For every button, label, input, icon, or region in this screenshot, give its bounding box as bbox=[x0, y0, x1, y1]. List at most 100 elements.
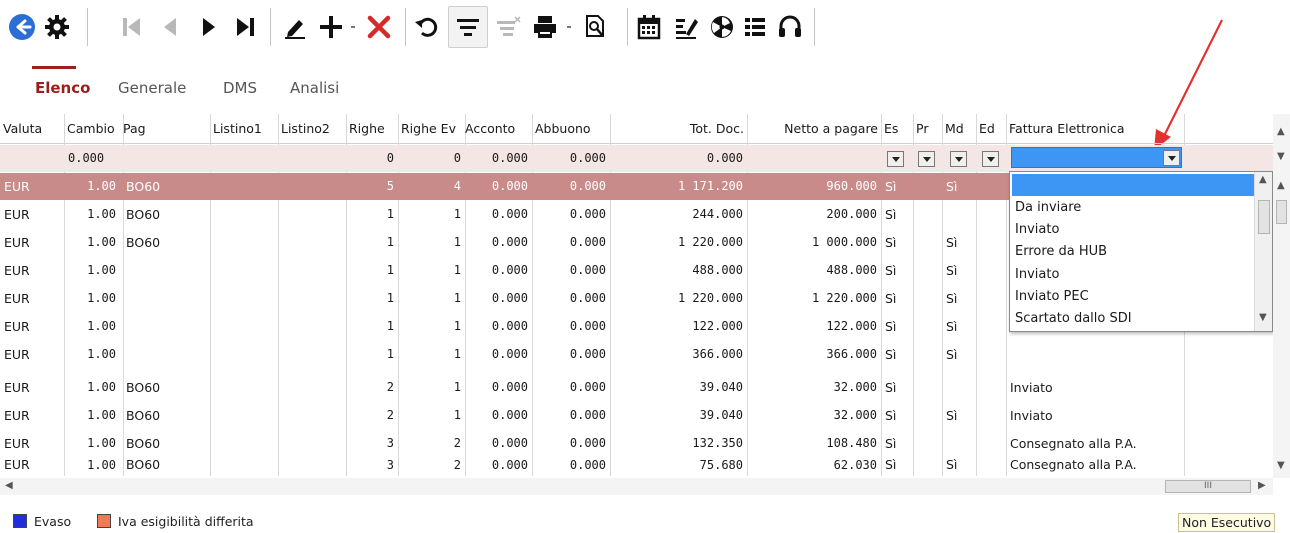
cell-valuta: EUR bbox=[4, 436, 30, 451]
table-row[interactable]: EUR 1.00 BO60 2 1 0.000 0.000 39.040 32.… bbox=[0, 374, 1273, 401]
scroll-up-icon[interactable]: ▲ bbox=[1277, 180, 1285, 191]
tab-generale[interactable]: Generale bbox=[118, 79, 186, 97]
edit-button[interactable] bbox=[280, 11, 310, 43]
tab-dms[interactable]: DMS bbox=[223, 79, 257, 97]
filter-ed-dropdown[interactable] bbox=[982, 151, 999, 167]
column-header-pr[interactable]: Pr bbox=[913, 114, 942, 144]
filter-icon bbox=[457, 19, 479, 36]
option-scartato-dallo-sdi[interactable]: Scartato dallo SDI bbox=[1015, 311, 1132, 326]
column-header-md[interactable]: Md bbox=[942, 114, 976, 144]
options-scroll-thumb[interactable] bbox=[1258, 200, 1270, 234]
scroll-down-icon[interactable]: ▼ bbox=[1259, 312, 1267, 323]
scroll-up-icon[interactable]: ▲ bbox=[1259, 174, 1267, 185]
cell-cambio: 1.00 bbox=[87, 408, 116, 422]
option-empty-selected[interactable] bbox=[1012, 174, 1254, 196]
grid-vertical-scrollbar[interactable]: ▲ ▼ ▲ ▼ bbox=[1273, 114, 1290, 478]
fan-button[interactable] bbox=[707, 11, 737, 43]
cell-righe-ev: 1 bbox=[453, 207, 461, 221]
cell-acconto: 0.000 bbox=[491, 179, 528, 193]
scroll-up-icon[interactable]: ▲ bbox=[1277, 126, 1285, 137]
scroll-down-icon[interactable]: ▼ bbox=[1277, 460, 1285, 471]
scroll-left-icon[interactable]: ◀ bbox=[5, 480, 13, 491]
cell-netto: 62.030 bbox=[833, 458, 877, 472]
cell-righe: 2 bbox=[386, 408, 394, 422]
filter-pr-dropdown[interactable] bbox=[918, 151, 935, 167]
previous-record-icon bbox=[164, 18, 176, 36]
table-row[interactable]: EUR 1.00 1 1 0.000 0.000 366.000 366.000… bbox=[0, 341, 1273, 368]
filter-md-dropdown[interactable] bbox=[950, 151, 967, 167]
cell-abbuono: 0.000 bbox=[569, 319, 606, 333]
scroll-right-icon[interactable]: ▶ bbox=[1258, 480, 1266, 491]
list-button[interactable] bbox=[740, 11, 770, 43]
legend-evaso-swatch bbox=[13, 514, 27, 528]
option-inviato[interactable]: Inviato bbox=[1015, 267, 1059, 282]
column-header-valuta[interactable]: Valuta bbox=[0, 114, 64, 144]
column-header-fattura-elettronica[interactable]: Fattura Elettronica bbox=[1006, 114, 1184, 144]
column-header-righe[interactable]: Righe bbox=[346, 114, 398, 144]
column-header-listino1[interactable]: Listino1 bbox=[210, 114, 278, 144]
table-row[interactable]: EUR 1.00 BO60 3 2 0.000 0.000 75.680 62.… bbox=[0, 454, 1273, 476]
filter-righe-ev[interactable]: 0 bbox=[398, 145, 465, 172]
cell-netto: 1 000.000 bbox=[811, 235, 877, 249]
calendar-button[interactable] bbox=[634, 11, 664, 43]
print-button[interactable] bbox=[530, 11, 560, 43]
support-button[interactable] bbox=[775, 11, 805, 43]
tab-analisi[interactable]: Analisi bbox=[290, 79, 339, 97]
cell-valuta: EUR bbox=[4, 457, 30, 472]
edit-document-button[interactable] bbox=[672, 11, 702, 43]
cell-netto: 960.000 bbox=[826, 179, 877, 193]
filter-acconto[interactable]: 0.000 bbox=[465, 145, 532, 172]
add-options-button[interactable] bbox=[348, 11, 358, 43]
horizontal-scroll-thumb[interactable]: III bbox=[1165, 480, 1251, 493]
print-preview-button[interactable] bbox=[580, 11, 610, 43]
fattura-elettronica-options-list[interactable]: Da inviare Inviato Errore da HUB Inviato… bbox=[1009, 171, 1273, 332]
table-row[interactable]: EUR 1.00 BO60 2 1 0.000 0.000 39.040 32.… bbox=[0, 402, 1273, 429]
cell-md: Sì bbox=[946, 263, 958, 278]
filter-abbuono[interactable]: 0.000 bbox=[532, 145, 610, 172]
cell-pag: BO60 bbox=[126, 235, 161, 250]
filter-button[interactable] bbox=[453, 11, 483, 43]
table-row[interactable]: EUR 1.00 BO60 3 2 0.000 0.000 132.350 10… bbox=[0, 430, 1273, 457]
filter-es-dropdown[interactable] bbox=[887, 151, 904, 167]
tab-elenco[interactable]: Elenco bbox=[35, 79, 90, 97]
column-header-acconto[interactable]: Acconto bbox=[462, 114, 532, 144]
column-header-abbuono[interactable]: Abbuono bbox=[532, 114, 610, 144]
refresh-button[interactable] bbox=[412, 11, 442, 43]
scroll-down-icon[interactable]: ▼ bbox=[1277, 151, 1285, 162]
column-header-righe-ev[interactable]: Righe Ev bbox=[398, 114, 465, 144]
column-header-listino2[interactable]: Listino2 bbox=[278, 114, 346, 144]
fe-select-dropdown-button[interactable] bbox=[1163, 150, 1180, 166]
delete-button[interactable] bbox=[364, 11, 394, 43]
option-errore-da-hub[interactable]: Errore da HUB bbox=[1015, 244, 1107, 259]
previous-record-button[interactable] bbox=[155, 11, 185, 43]
cell-es: Sì bbox=[885, 457, 897, 472]
column-header-netto[interactable]: Netto a pagare bbox=[747, 114, 881, 144]
last-record-button[interactable] bbox=[230, 11, 260, 43]
column-header-cambio[interactable]: Cambio bbox=[64, 114, 124, 144]
column-header-tot-doc[interactable]: Tot. Doc. bbox=[610, 114, 747, 144]
preview-search-icon bbox=[586, 15, 604, 37]
option-inviato-pec[interactable]: Inviato PEC bbox=[1015, 289, 1089, 304]
options-scrollbar[interactable]: ▲ ▼ bbox=[1254, 172, 1272, 331]
column-header-ed[interactable]: Ed bbox=[976, 114, 1006, 144]
option-da-inviare[interactable]: Da inviare bbox=[1015, 200, 1081, 215]
settings-button[interactable] bbox=[42, 11, 72, 43]
grid-horizontal-scrollbar[interactable]: ◀ III ▶ bbox=[0, 478, 1273, 495]
filter-cambio[interactable]: 0.000 bbox=[64, 145, 120, 172]
first-record-button[interactable] bbox=[117, 11, 147, 43]
filter-tot-doc[interactable]: 0.000 bbox=[610, 145, 747, 172]
print-options-button[interactable] bbox=[564, 11, 574, 43]
filter-righe[interactable]: 0 bbox=[346, 145, 398, 172]
option-inviato[interactable]: Inviato bbox=[1015, 222, 1059, 237]
column-header-pag[interactable]: Pag bbox=[120, 114, 210, 144]
back-button[interactable] bbox=[7, 11, 37, 43]
cell-cambio: 1.00 bbox=[87, 207, 116, 221]
clear-filter-button[interactable] bbox=[494, 11, 524, 43]
cell-abbuono: 0.000 bbox=[569, 207, 606, 221]
next-record-button[interactable] bbox=[194, 11, 224, 43]
fattura-elettronica-filter-select[interactable] bbox=[1011, 147, 1182, 168]
cell-tot-doc: 366.000 bbox=[692, 347, 743, 361]
column-header-es[interactable]: Es bbox=[881, 114, 913, 144]
add-button[interactable] bbox=[316, 11, 346, 43]
vertical-scroll-thumb[interactable] bbox=[1276, 200, 1287, 224]
